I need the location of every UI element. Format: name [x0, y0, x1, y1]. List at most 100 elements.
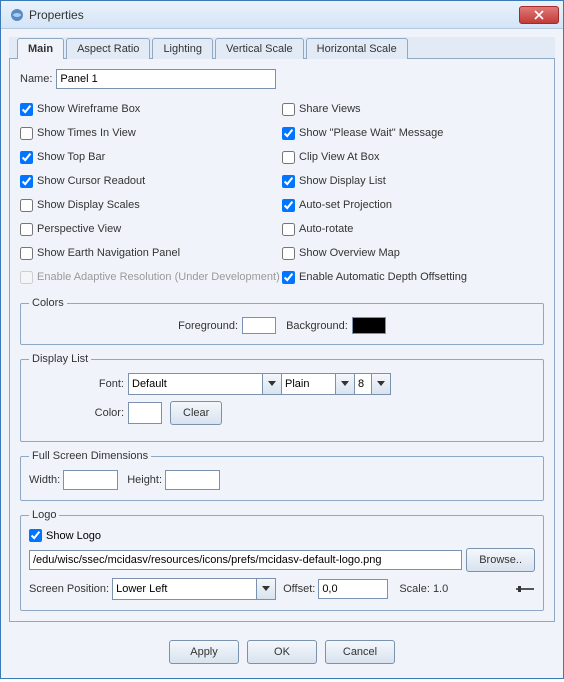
- font-size-value: 8: [354, 373, 372, 395]
- left-checkbox-label-6: Show Earth Navigation Panel: [37, 247, 180, 259]
- checkbox-row: Auto-rotate: [282, 217, 544, 241]
- tab-vertical-scale[interactable]: Vertical Scale: [215, 38, 304, 59]
- left-checkbox-5[interactable]: [20, 223, 33, 236]
- foreground-label: Foreground:: [178, 320, 238, 332]
- checkbox-row: Show Display List: [282, 169, 544, 193]
- checkbox-row: Show Display Scales: [20, 193, 282, 217]
- background-swatch[interactable]: [352, 317, 386, 334]
- checkbox-row: Show Times In View: [20, 121, 282, 145]
- content: Main Aspect Ratio Lighting Vertical Scal…: [1, 29, 563, 630]
- tab-main[interactable]: Main: [17, 38, 64, 59]
- name-input[interactable]: [56, 69, 276, 89]
- slider-icon[interactable]: [515, 584, 535, 594]
- foreground-swatch[interactable]: [242, 317, 276, 334]
- close-button[interactable]: [519, 6, 559, 24]
- checkbox-row: Perspective View: [20, 217, 282, 241]
- chevron-down-icon: [268, 381, 276, 387]
- name-label: Name:: [20, 73, 52, 85]
- display-list-color-swatch[interactable]: [128, 402, 162, 424]
- logo-group: Logo Show Logo Browse.. Screen Position:…: [20, 509, 544, 611]
- right-checkbox-6[interactable]: [282, 247, 295, 260]
- font-family-dropdown-icon: [262, 373, 282, 395]
- left-checkbox-2[interactable]: [20, 151, 33, 164]
- browse-button[interactable]: Browse..: [466, 548, 535, 572]
- checkbox-row: Show Wireframe Box: [20, 97, 282, 121]
- ok-button[interactable]: OK: [247, 640, 317, 664]
- tab-panel-main: Name: Show Wireframe Box Show Times In Vi…: [9, 59, 555, 622]
- chevron-down-icon: [377, 381, 385, 387]
- right-checkbox-label-6: Show Overview Map: [299, 247, 400, 259]
- tabstrip: Main Aspect Ratio Lighting Vertical Scal…: [9, 37, 555, 59]
- width-input[interactable]: [63, 470, 118, 490]
- right-checkbox-label-4: Auto-set Projection: [299, 199, 392, 211]
- display-list-legend: Display List: [29, 353, 91, 365]
- left-checkbox-3[interactable]: [20, 175, 33, 188]
- checkbox-row: Show Overview Map: [282, 241, 544, 265]
- right-checkbox-2[interactable]: [282, 151, 295, 164]
- offset-label: Offset:: [283, 583, 315, 595]
- right-checkbox-7[interactable]: [282, 271, 295, 284]
- background-label: Background:: [286, 320, 348, 332]
- apply-button[interactable]: Apply: [169, 640, 239, 664]
- checkbox-row: Clip View At Box: [282, 145, 544, 169]
- height-input[interactable]: [165, 470, 220, 490]
- left-checkbox-0[interactable]: [20, 103, 33, 116]
- checkbox-left-column: Show Wireframe Box Show Times In View Show…: [20, 97, 282, 289]
- left-checkbox-label-2: Show Top Bar: [37, 151, 105, 163]
- font-size-select[interactable]: 8: [354, 373, 391, 395]
- right-checkbox-label-0: Share Views: [299, 103, 361, 115]
- font-family-select[interactable]: Default: [128, 373, 282, 395]
- fsd-legend: Full Screen Dimensions: [29, 450, 151, 462]
- full-screen-dimensions-group: Full Screen Dimensions Width: Height:: [20, 450, 544, 501]
- checkbox-row: Enable Adaptive Resolution (Under Develo…: [20, 265, 282, 289]
- height-label: Height:: [127, 474, 162, 486]
- left-checkbox-1[interactable]: [20, 127, 33, 140]
- clear-button[interactable]: Clear: [170, 401, 222, 425]
- right-checkbox-0[interactable]: [282, 103, 295, 116]
- left-checkbox-label-5: Perspective View: [37, 223, 121, 235]
- checkbox-row: Show "Please Wait" Message: [282, 121, 544, 145]
- checkbox-row: Show Earth Navigation Panel: [20, 241, 282, 265]
- properties-window: Properties Main Aspect Ratio Lighting Ve…: [0, 0, 564, 679]
- right-checkbox-4[interactable]: [282, 199, 295, 212]
- left-checkbox-label-7: Enable Adaptive Resolution (Under Develo…: [37, 271, 280, 283]
- cancel-button[interactable]: Cancel: [325, 640, 395, 664]
- app-icon: [9, 7, 25, 23]
- display-list-group: Display List Font: Default Plain 8: [20, 353, 544, 442]
- window-title: Properties: [29, 8, 519, 22]
- scale-label: Scale: 1.0: [399, 583, 448, 595]
- right-checkbox-label-1: Show "Please Wait" Message: [299, 127, 443, 139]
- screen-position-dropdown-icon: [256, 578, 276, 600]
- screen-position-select[interactable]: Lower Left: [112, 578, 276, 600]
- left-checkbox-4[interactable]: [20, 199, 33, 212]
- right-checkbox-5[interactable]: [282, 223, 295, 236]
- tab-horizontal-scale[interactable]: Horizontal Scale: [306, 38, 408, 59]
- left-checkbox-label-1: Show Times In View: [37, 127, 136, 139]
- chevron-down-icon: [262, 586, 270, 592]
- colors-group: Colors Foreground: Background:: [20, 297, 544, 345]
- right-checkbox-3[interactable]: [282, 175, 295, 188]
- font-label: Font:: [29, 378, 124, 390]
- color-label: Color:: [29, 407, 124, 419]
- logo-path-input[interactable]: [29, 550, 462, 570]
- font-style-select[interactable]: Plain: [281, 373, 355, 395]
- chevron-down-icon: [341, 381, 349, 387]
- colors-legend: Colors: [29, 297, 67, 309]
- screen-position-label: Screen Position:: [29, 583, 109, 595]
- font-style-value: Plain: [281, 373, 336, 395]
- checkbox-grid: Show Wireframe Box Show Times In View Show…: [20, 97, 544, 289]
- checkbox-row: Show Top Bar: [20, 145, 282, 169]
- tab-aspect-ratio[interactable]: Aspect Ratio: [66, 38, 150, 59]
- offset-input[interactable]: [318, 579, 388, 599]
- width-label: Width:: [29, 474, 60, 486]
- left-checkbox-label-0: Show Wireframe Box: [37, 103, 140, 115]
- tab-lighting[interactable]: Lighting: [152, 38, 213, 59]
- right-checkbox-1[interactable]: [282, 127, 295, 140]
- right-checkbox-label-2: Clip View At Box: [299, 151, 380, 163]
- screen-position-value: Lower Left: [112, 578, 257, 600]
- left-checkbox-6[interactable]: [20, 247, 33, 260]
- checkbox-right-column: Share Views Show "Please Wait" Message Cli…: [282, 97, 544, 289]
- show-logo-label: Show Logo: [46, 530, 101, 542]
- show-logo-checkbox[interactable]: [29, 529, 42, 542]
- logo-legend: Logo: [29, 509, 59, 521]
